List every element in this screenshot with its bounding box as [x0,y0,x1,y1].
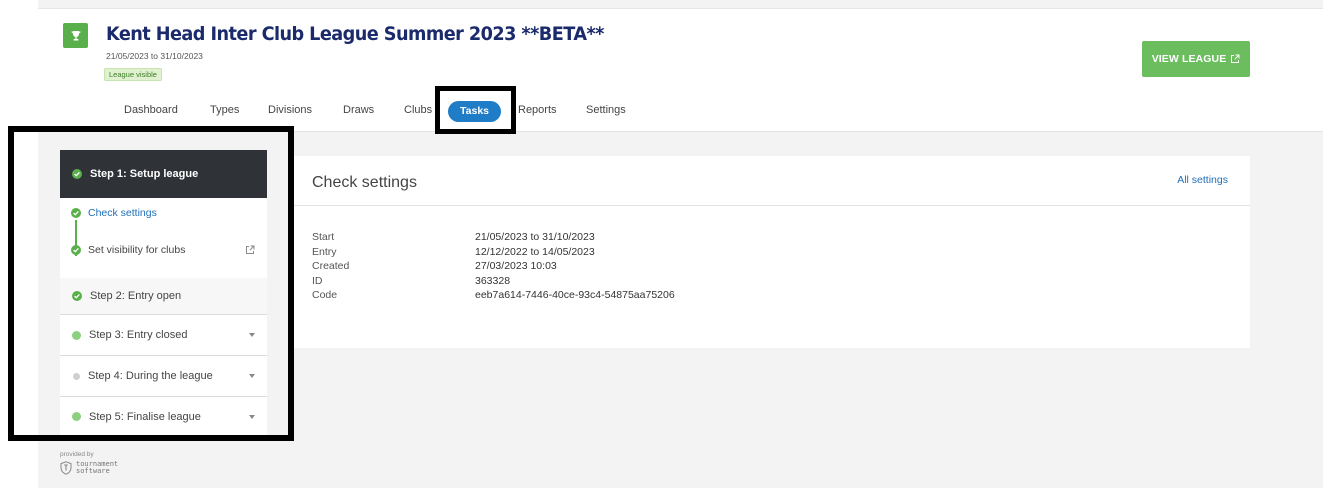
tab-reports[interactable]: Reports [518,104,557,116]
view-league-button[interactable]: VIEW LEAGUE [1142,41,1250,77]
settings-value: eeb7a614-7446-40ce-93c4-54875aa75206 [475,289,675,301]
step-3-label: Step 3: Entry closed [89,329,188,341]
external-link-icon[interactable] [245,245,255,255]
settings-key: Code [312,289,338,301]
pending-dot-icon [72,412,81,421]
all-settings-link[interactable]: All settings [1177,174,1228,186]
chevron-down-icon [249,414,255,419]
settings-row: ID 363328 [312,274,675,289]
league-title: Kent Head Inter Club League Summer 2023 … [106,23,604,45]
tab-clubs[interactable]: Clubs [404,104,432,116]
settings-key: Start [312,231,335,243]
tab-tasks[interactable]: Tasks [448,101,501,122]
step-2-entry-open[interactable]: Step 2: Entry open [60,278,267,314]
tab-types[interactable]: Types [210,104,239,116]
step-4-during-league[interactable]: Step 4: During the league [60,355,267,396]
tournament-software-logo[interactable]: tournament software [60,461,118,475]
step-5-label: Step 5: Finalise league [89,410,201,423]
panel-title: Check settings [312,174,417,191]
substep-check-settings[interactable]: Check settings [60,201,267,225]
settings-value: 27/03/2023 10:03 [475,260,557,272]
trophy-icon [63,23,88,48]
task-steps: Step 1: Setup league Check settings Set … [60,150,267,437]
settings-key: Created [312,260,350,272]
league-header: Kent Head Inter Club League Summer 2023 … [38,8,1323,132]
step-1-setup-league[interactable]: Step 1: Setup league [60,150,267,203]
app-frame: Kent Head Inter Club League Summer 2023 … [38,0,1323,488]
chevron-down-icon [249,374,255,378]
check-circle-icon [71,245,81,255]
visibility-badge: League visible [104,68,162,81]
provided-by-text: provided by [60,451,94,458]
settings-value: 363328 [475,274,511,287]
settings-key: ID [312,274,323,287]
check-circle-icon [72,291,82,301]
substep-set-visibility-label: Set visibility for clubs [88,244,186,256]
tab-draws[interactable]: Draws [343,104,374,116]
substep-set-visibility[interactable]: Set visibility for clubs [60,238,267,262]
tab-dashboard[interactable]: Dashboard [124,104,178,116]
step-1-label: Step 1: Setup league [90,168,199,180]
logo-line-2: software [76,467,110,475]
chevron-down-icon [249,333,255,337]
check-circle-icon [72,169,82,179]
settings-row: Code eeb7a614-7446-40ce-93c4-54875aa7520… [312,288,675,303]
settings-row: Created 27/03/2023 10:03 [312,259,675,274]
league-nav: Dashboard Types Divisions Draws Clubs Ta… [38,101,938,125]
settings-value: 12/12/2022 to 14/05/2023 [475,245,595,258]
step-2-label: Step 2: Entry open [90,290,182,302]
step-4-label: Step 4: During the league [88,370,213,382]
settings-row: Entry 12/12/2022 to 14/05/2023 [312,245,675,260]
step-1-substeps: Check settings Set visibility for clubs [60,198,267,278]
tab-divisions[interactable]: Divisions [268,104,312,116]
league-dates: 21/05/2023 to 31/10/2023 [106,51,203,61]
check-circle-icon [71,208,81,218]
substep-check-settings-label: Check settings [88,207,157,219]
external-link-icon [1231,54,1240,63]
settings-key: Entry [312,245,337,258]
panel-divider [292,205,1250,206]
step-5-finalise-league[interactable]: Step 5: Finalise league [60,396,267,437]
pending-dot-icon [72,330,81,340]
shield-icon [60,461,72,475]
inactive-dot-icon [73,372,80,380]
step-3-entry-closed[interactable]: Step 3: Entry closed [60,314,267,355]
settings-list: Start 21/05/2023 to 31/10/2023 Entry 12/… [312,230,675,303]
check-settings-panel: Check settings All settings Start 21/05/… [292,156,1250,348]
view-league-label: VIEW LEAGUE [1151,53,1227,65]
tab-settings[interactable]: Settings [586,104,626,116]
settings-value: 21/05/2023 to 31/10/2023 [475,231,595,243]
settings-row: Start 21/05/2023 to 31/10/2023 [312,230,675,245]
